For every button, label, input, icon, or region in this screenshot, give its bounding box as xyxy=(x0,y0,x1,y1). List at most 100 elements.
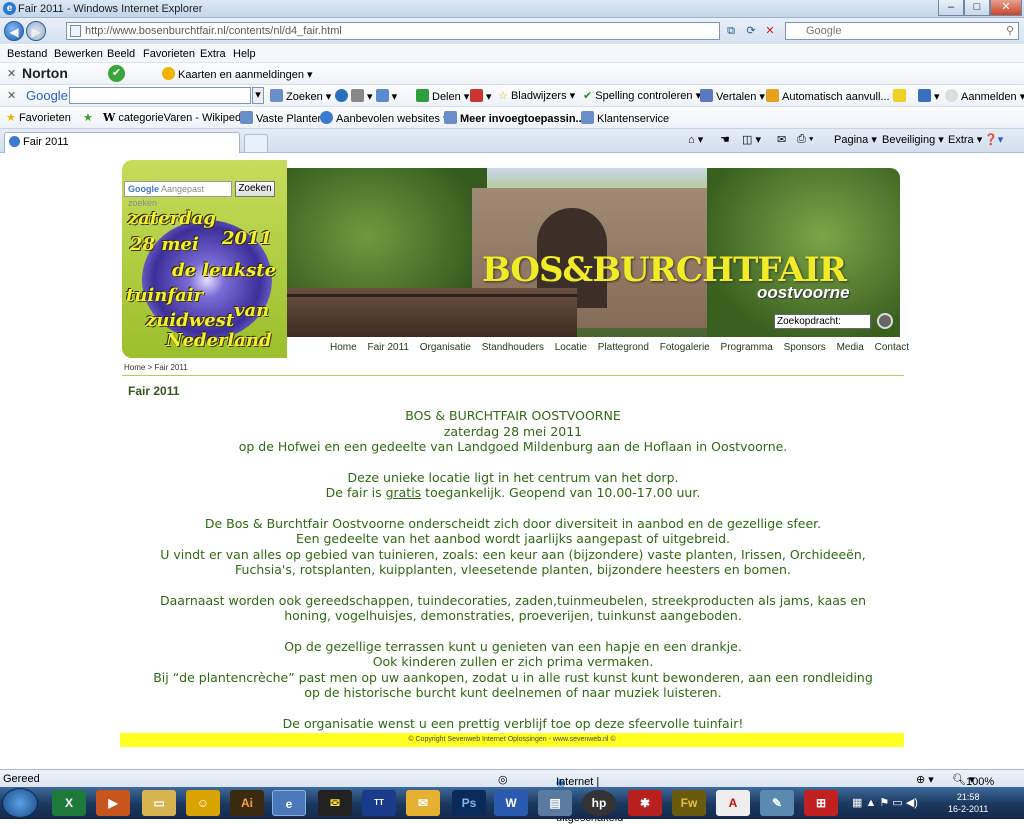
google-search-button[interactable]: Zoeken ▾ xyxy=(270,89,331,103)
menu-bar: Bestand Bewerken Beeld Favorieten Extra … xyxy=(0,45,1024,63)
google-tools[interactable]: ▾ ▾ xyxy=(335,89,397,103)
close-toolbar-icon[interactable]: ✕ xyxy=(7,89,16,102)
media-player-icon[interactable]: ▶ xyxy=(96,790,130,816)
url-field[interactable]: http://www.bosenburchtfair.nl/contents/n… xyxy=(66,22,720,40)
messenger-icon[interactable]: ☺ xyxy=(186,790,220,816)
forward-button[interactable]: ▶ xyxy=(26,21,46,41)
bookmarks-button[interactable]: ☆ Bladwijzers ▾ xyxy=(498,89,575,102)
zoom-control[interactable]: 🔍︎ 100% ▾ xyxy=(952,773,994,788)
outlook-icon[interactable]: ✉ xyxy=(406,790,440,816)
fav-label: categorieVaren - Wikipedia xyxy=(118,112,250,124)
home-icon[interactable]: ⌂ ▾ xyxy=(688,133,703,146)
tab-fair-2011[interactable]: Fair 2011 xyxy=(4,132,240,153)
fav-item-invoeg[interactable]: Meer invoegtoepassin... ▾ xyxy=(444,111,593,125)
fav-item-aanbevolen[interactable]: Aanbevolen websites ▾ xyxy=(320,111,449,125)
norton-status-icon[interactable]: ✔ xyxy=(108,65,125,82)
privacy-icon[interactable]: ◎ xyxy=(498,773,508,786)
menu-beeld[interactable]: Beeld xyxy=(107,48,135,60)
back-button[interactable]: ◀ xyxy=(4,21,24,41)
spell-button[interactable]: ✔ Spelling controleren ▾ xyxy=(583,89,701,102)
paint-icon[interactable]: ✎ xyxy=(760,790,794,816)
menu-extra[interactable]: Extra xyxy=(200,48,226,60)
compat-icon[interactable]: ⧉ xyxy=(722,22,740,40)
bridge-image xyxy=(287,288,577,337)
google-search-input[interactable] xyxy=(69,87,251,104)
compat-status-icon[interactable]: ⊕ ▾ xyxy=(916,773,934,786)
mail-app-icon[interactable]: ✉ xyxy=(318,790,352,816)
photoshop-icon[interactable]: Ps xyxy=(452,790,486,816)
word-icon[interactable]: W xyxy=(494,790,528,816)
nav-home[interactable]: Home xyxy=(330,342,357,353)
menu-help[interactable]: Help xyxy=(233,48,256,60)
mail-icon[interactable]: ✉ xyxy=(777,133,786,146)
site-search-input[interactable]: Google Aangepast zoeken xyxy=(124,181,232,208)
menu-bestand[interactable]: Bestand xyxy=(7,48,47,60)
teletekst-icon[interactable]: TT xyxy=(362,790,396,816)
illustrator-icon[interactable]: Ai xyxy=(230,790,264,816)
content-line: U vindt er van alles op gebied van tuini… xyxy=(160,546,866,562)
nav-standhouders[interactable]: Standhouders xyxy=(482,342,544,353)
search-input[interactable]: Google ⚲ xyxy=(785,22,1019,40)
explorer-icon[interactable]: ▭ xyxy=(142,790,176,816)
site-query-search-icon[interactable] xyxy=(877,313,893,329)
fireworks-icon[interactable]: Fw xyxy=(672,790,706,816)
menu-bewerken[interactable]: Bewerken xyxy=(54,48,103,60)
refresh-icon[interactable]: ⟳ xyxy=(742,22,760,40)
nav-plattegrond[interactable]: Plattegrond xyxy=(598,342,649,353)
site-search-button[interactable]: Zoeken xyxy=(235,181,275,197)
help-icon[interactable]: ❓▾ xyxy=(984,133,1003,146)
ie-taskbar-icon[interactable]: e xyxy=(272,790,306,816)
menu-favorieten[interactable]: Favorieten xyxy=(143,48,195,60)
google-dropdown[interactable]: ▾ xyxy=(252,87,264,104)
magnifier-icon[interactable]: ⚲ xyxy=(1006,23,1014,39)
store-icon[interactable]: ⊞ xyxy=(804,790,838,816)
clock[interactable]: 21:58 16-2-2011 xyxy=(948,791,988,815)
highlight-button[interactable] xyxy=(893,89,909,103)
translate-button[interactable]: Vertalen ▾ xyxy=(700,89,765,103)
acrobat-icon[interactable]: A xyxy=(716,790,750,816)
excel-icon[interactable]: X xyxy=(52,790,86,816)
print-icon[interactable]: ⎙ ▾ xyxy=(797,133,813,146)
close-button[interactable]: ✕ xyxy=(990,0,1022,16)
nav-fotogalerie[interactable]: Fotogalerie xyxy=(660,342,710,353)
tray-icons[interactable]: ▦ ▲ ⚑ ▭ ◀) xyxy=(852,796,918,809)
fav-item-vaste-planten[interactable]: Vaste Planten xyxy=(240,111,324,125)
norton-logo[interactable]: Norton xyxy=(22,65,68,81)
start-button[interactable] xyxy=(2,788,38,818)
nav-programma[interactable]: Programma xyxy=(721,342,773,353)
game-icon[interactable]: ✱ xyxy=(628,790,662,816)
fav-label: Meer invoegtoepassin... xyxy=(460,113,585,125)
site-footer[interactable]: © Copyright Sevenweb Internet Oplossinge… xyxy=(120,733,904,747)
hp-icon[interactable]: hp xyxy=(582,790,616,816)
norton-cards-menu[interactable]: Kaarten en aanmeldingen ▾ xyxy=(162,67,313,81)
minimize-button[interactable]: – xyxy=(938,0,964,16)
hand-icon[interactable]: ☚ xyxy=(720,133,730,146)
nav-contact[interactable]: Contact xyxy=(875,342,909,353)
extra-tool[interactable]: ▾ xyxy=(470,89,492,103)
extra-menu[interactable]: Extra ▾ xyxy=(948,133,982,146)
fav-item-klantenservice[interactable]: Klantenservice xyxy=(581,111,669,125)
gratis-link[interactable]: gratis xyxy=(386,485,422,500)
security-menu[interactable]: Beveiliging ▾ xyxy=(882,133,944,146)
breadcrumb[interactable]: Home > Fair 2011 xyxy=(124,363,188,372)
close-toolbar-icon[interactable]: ✕ xyxy=(7,67,16,80)
add-favorite-icon[interactable]: ★ xyxy=(83,111,93,124)
nav-organisatie[interactable]: Organisatie xyxy=(420,342,471,353)
signin-button[interactable]: Aanmelden ▾ xyxy=(945,89,1024,103)
wrench-button[interactable]: ▾ xyxy=(918,89,940,103)
favorites-button[interactable]: ★ Favorieten xyxy=(6,111,71,124)
page-menu[interactable]: Pagina ▾ xyxy=(834,133,877,146)
share-button[interactable]: Delen ▾ xyxy=(416,89,469,103)
folder-icon[interactable]: ▤ xyxy=(538,790,572,816)
fav-item-wikipedia[interactable]: W categorieVaren - Wikipedia xyxy=(103,111,250,124)
nav-sponsors[interactable]: Sponsors xyxy=(784,342,826,353)
site-query-input[interactable]: Zoekopdracht: xyxy=(774,314,871,329)
maximize-button[interactable]: □ xyxy=(964,0,990,16)
nav-media[interactable]: Media xyxy=(837,342,864,353)
nav-fair-2011[interactable]: Fair 2011 xyxy=(367,342,409,353)
rss-icon[interactable]: ◫ ▾ xyxy=(742,133,761,146)
new-tab-button[interactable] xyxy=(244,134,268,153)
autofill-button[interactable]: Automatisch aanvull... ▾ xyxy=(766,89,898,103)
nav-locatie[interactable]: Locatie xyxy=(555,342,587,353)
stop-icon[interactable]: ✕ xyxy=(761,22,779,40)
